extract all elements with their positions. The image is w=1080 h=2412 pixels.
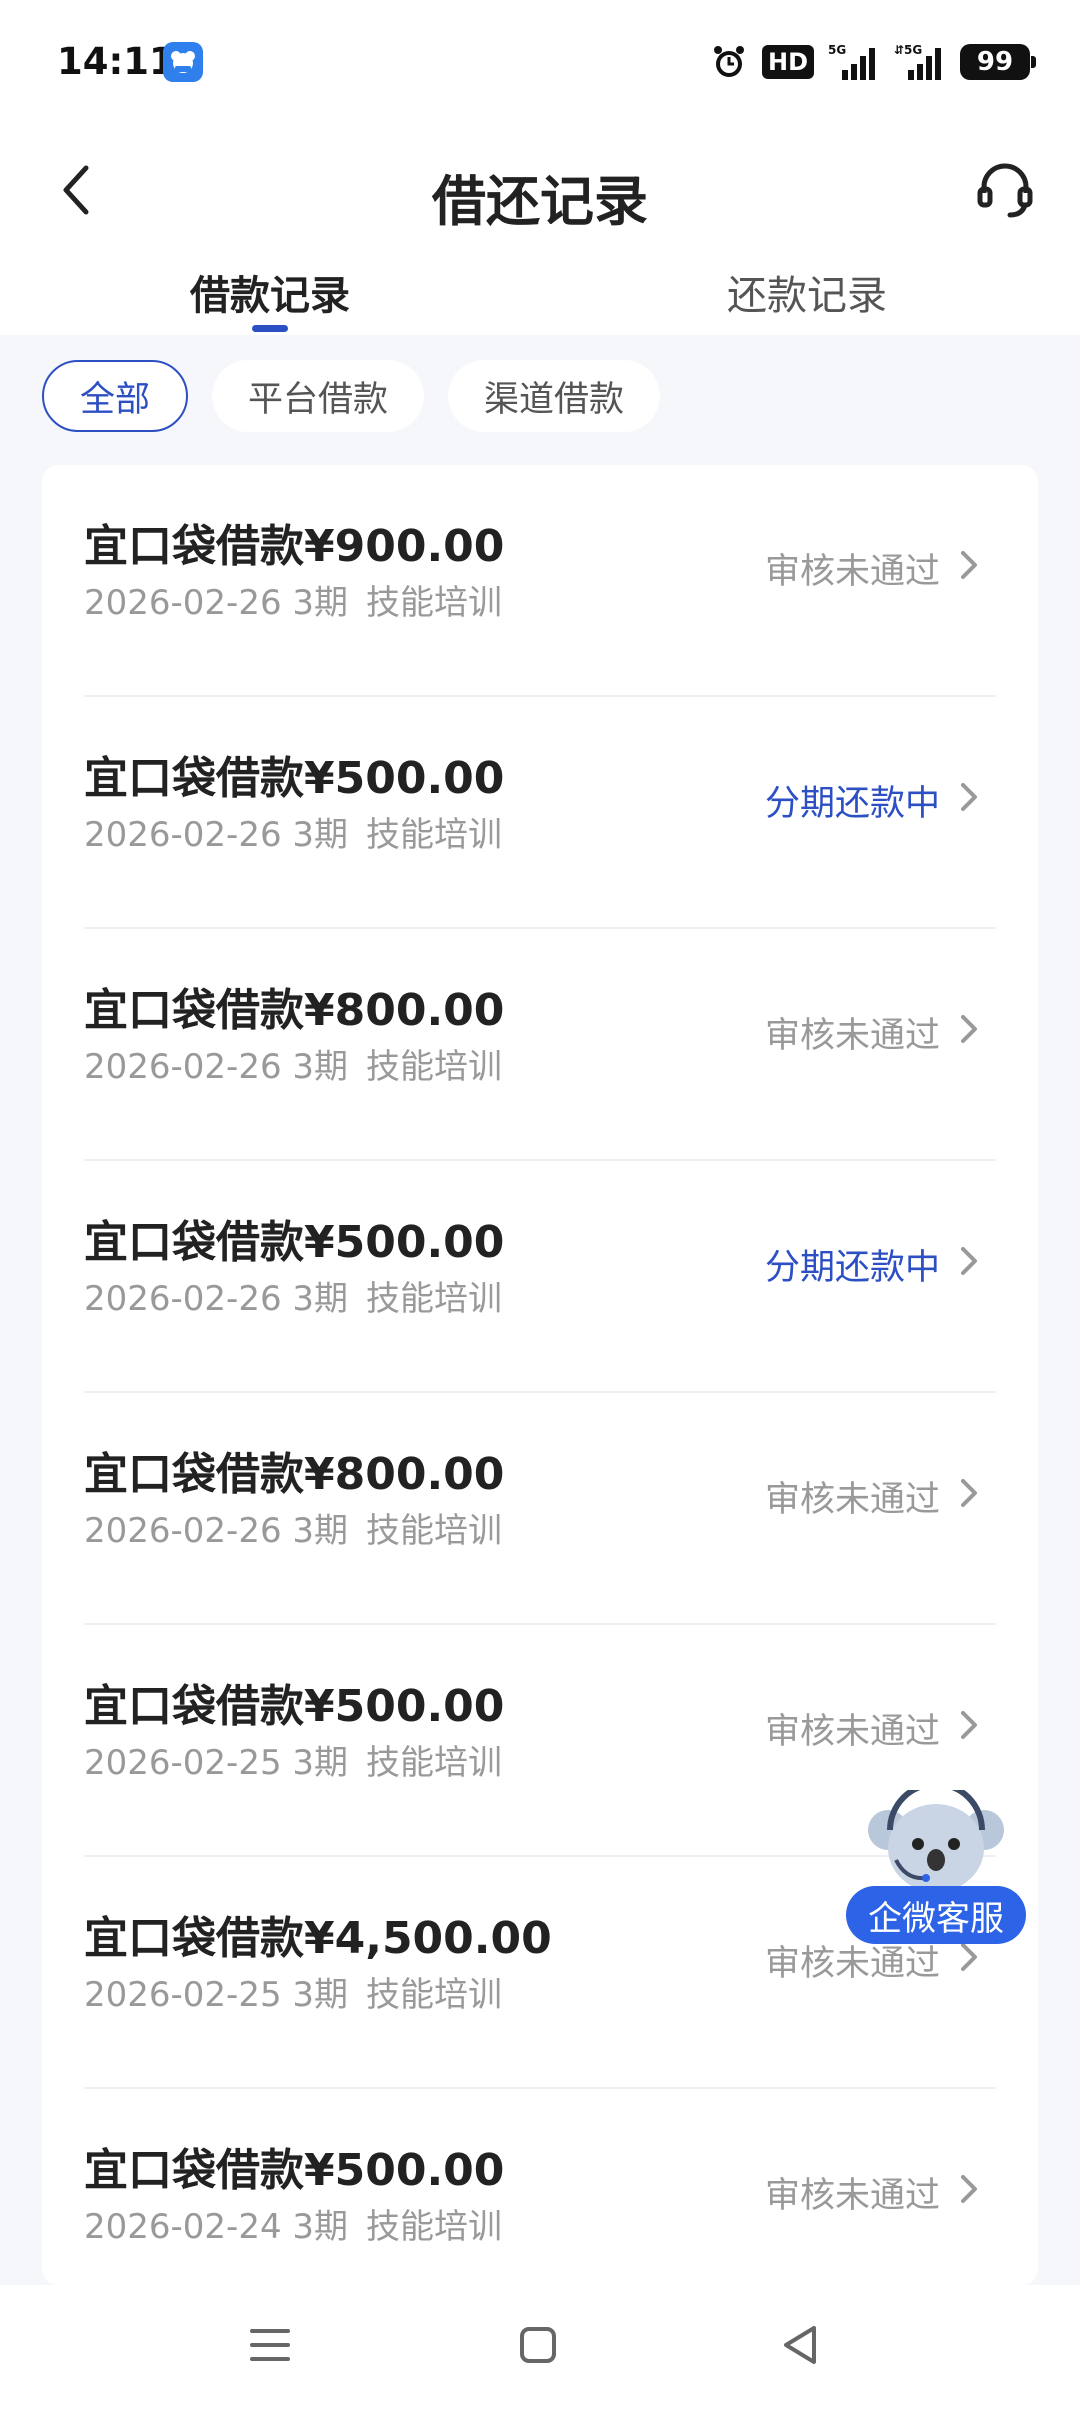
menu-icon [250, 2329, 290, 2361]
loan-title: 宜口袋借款¥500.00 [84, 1681, 505, 1732]
loan-record-item[interactable]: 宜口袋借款¥500.00 2026-02-26 3期 技能培训 分期还款中 [84, 697, 996, 929]
loan-status: 审核未通过 [764, 2176, 940, 2216]
home-square-icon [520, 2327, 556, 2363]
loan-title: 宜口袋借款¥800.00 [84, 985, 505, 1036]
loan-meta: 2026-02-26 3期 技能培训 [84, 1039, 502, 1088]
loan-date: 2026-02-26 [84, 1511, 282, 1551]
loan-meta: 2026-02-25 3期 技能培训 [84, 1735, 502, 1784]
content-area: 全部 平台借款 渠道借款 宜口袋借款¥900.00 2026-02-26 3期 技能… [0, 335, 1080, 2285]
loan-title: 宜口袋借款¥500.00 [84, 1217, 505, 1268]
signal-5g-icon-2: ⇵5G [894, 43, 941, 80]
hd-icon: HD [761, 45, 814, 79]
loan-purpose: 技能培训 [366, 583, 503, 623]
loan-purpose: 技能培训 [366, 2207, 503, 2247]
loan-meta: 2026-02-26 3期 技能培训 [84, 1271, 502, 1320]
status-time: 14:11 [57, 40, 175, 83]
chevron-right-icon [961, 551, 977, 579]
loan-term: 3期 [292, 1743, 349, 1783]
tab-repay-records[interactable]: 还款记录 [727, 263, 887, 321]
chevron-right-icon [961, 1247, 977, 1275]
loan-title: 宜口袋借款¥4,500.00 [84, 1913, 552, 1964]
loan-term: 3期 [292, 1047, 349, 1087]
loan-date: 2026-02-26 [84, 1047, 282, 1087]
loan-meta: 2026-02-24 3期 技能培训 [84, 2199, 502, 2248]
wecom-support-float-button[interactable]: 企微客服 [846, 1790, 1026, 1944]
status-indicators: HD 5G ⇵5G 99 [710, 40, 1036, 84]
alarm-icon [713, 46, 744, 77]
battery-icon: 99 [960, 44, 1036, 80]
app-notification-icon [163, 42, 203, 82]
loan-title: 宜口袋借款¥500.00 [84, 2145, 505, 2196]
loan-meta: 2026-02-26 3期 技能培训 [84, 1503, 502, 1552]
chevron-right-icon [961, 1711, 977, 1739]
chevron-right-icon [961, 1479, 977, 1507]
filter-platform-loans[interactable]: 平台借款 [212, 360, 425, 432]
loan-date: 2026-02-26 [84, 815, 282, 855]
loan-date: 2026-02-24 [84, 2207, 282, 2247]
loan-purpose: 技能培训 [366, 1511, 503, 1551]
loan-term: 3期 [292, 1279, 349, 1319]
loan-purpose: 技能培训 [366, 1047, 503, 1087]
loan-status: 审核未通过 [764, 552, 940, 592]
loan-term: 3期 [292, 815, 349, 855]
page-title: 借还记录 [432, 170, 648, 233]
support-label: 企微客服 [846, 1886, 1026, 1944]
loan-term: 3期 [292, 583, 349, 623]
loan-meta: 2026-02-26 3期 技能培训 [84, 575, 502, 624]
loan-record-item[interactable]: 宜口袋借款¥900.00 2026-02-26 3期 技能培训 审核未通过 [84, 465, 996, 697]
loan-term: 3期 [292, 1975, 349, 2015]
loan-record-item[interactable]: 宜口袋借款¥500.00 2026-02-26 3期 技能培训 分期还款中 [84, 1161, 996, 1393]
loan-purpose: 技能培训 [366, 1279, 503, 1319]
loan-purpose: 技能培训 [366, 1975, 503, 2015]
header: 借还记录 [0, 125, 1080, 255]
loan-title: 宜口袋借款¥500.00 [84, 753, 505, 804]
chevron-right-icon [961, 1015, 977, 1043]
loan-status: 审核未通过 [764, 1016, 940, 1056]
loan-record-item[interactable]: 宜口袋借款¥500.00 2026-02-24 3期 技能培训 审核未通过 [84, 2089, 996, 2285]
status-bar: 14:11 HD 5G ⇵5G 99 [0, 0, 1080, 125]
back-triangle-icon [784, 2326, 816, 2364]
system-nav-bar [0, 2285, 1080, 2412]
svg-text:⇵5G: ⇵5G [894, 43, 922, 57]
tab-active-indicator [252, 325, 288, 332]
nav-menu-button[interactable] [240, 2315, 300, 2375]
loan-status: 审核未通过 [764, 1712, 940, 1752]
headset-icon [977, 163, 1033, 218]
chevron-right-icon [961, 783, 977, 811]
record-tabs: 借款记录 还款记录 [0, 255, 1080, 335]
loan-status: 分期还款中 [764, 784, 940, 824]
loan-status: 审核未通过 [764, 1480, 940, 1520]
nav-home-button[interactable] [508, 2315, 568, 2375]
filter-chips: 全部 平台借款 渠道借款 [42, 360, 661, 432]
koala-mascot-icon [868, 1790, 1004, 1892]
loan-title: 宜口袋借款¥900.00 [84, 521, 505, 572]
loan-record-item[interactable]: 宜口袋借款¥800.00 2026-02-26 3期 技能培训 审核未通过 [84, 1393, 996, 1625]
loan-term: 3期 [292, 1511, 349, 1551]
loan-meta: 2026-02-25 3期 技能培训 [84, 1967, 502, 2016]
loan-date: 2026-02-26 [84, 1279, 282, 1319]
nav-back-button[interactable] [770, 2315, 830, 2375]
loan-purpose: 技能培训 [366, 1743, 503, 1783]
loan-record-list: 宜口袋借款¥900.00 2026-02-26 3期 技能培训 审核未通过 宜口袋借款¥… [42, 465, 1038, 2285]
loan-term: 3期 [292, 2207, 349, 2247]
tab-borrow-records[interactable]: 借款记录 [190, 263, 350, 321]
loan-date: 2026-02-25 [84, 1975, 282, 2015]
loan-date: 2026-02-25 [84, 1743, 282, 1783]
signal-5g-icon: 5G [828, 43, 875, 80]
filter-channel-loans[interactable]: 渠道借款 [448, 360, 661, 432]
chevron-right-icon [961, 2175, 977, 2203]
filter-all[interactable]: 全部 [42, 360, 189, 432]
loan-meta: 2026-02-26 3期 技能培训 [84, 807, 502, 856]
chevron-right-icon [961, 1943, 977, 1971]
loan-purpose: 技能培训 [366, 815, 503, 855]
loan-record-item[interactable]: 宜口袋借款¥800.00 2026-02-26 3期 技能培训 审核未通过 [84, 929, 996, 1161]
svg-text:5G: 5G [828, 43, 846, 57]
loan-title: 宜口袋借款¥800.00 [84, 1449, 505, 1500]
customer-service-button[interactable] [970, 155, 1040, 225]
loan-date: 2026-02-26 [84, 583, 282, 623]
loan-status: 分期还款中 [764, 1248, 940, 1288]
